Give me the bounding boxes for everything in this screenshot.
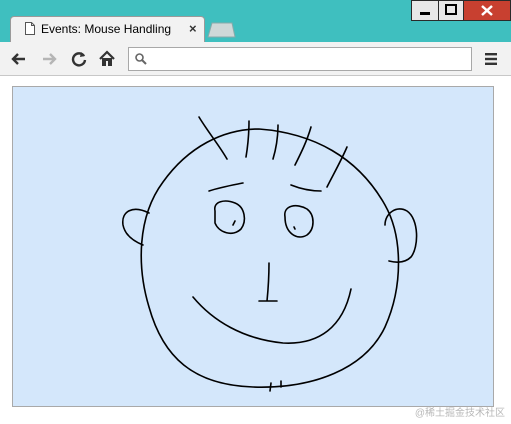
- maximize-button[interactable]: [438, 0, 464, 21]
- home-icon[interactable]: [98, 50, 116, 68]
- watermark: @稀土掘金技术社区: [414, 408, 505, 419]
- left-pupil: [232, 220, 236, 226]
- hair-strand: [294, 126, 312, 166]
- document-icon: [25, 22, 35, 35]
- tab-events-mouse-handling[interactable]: Events: Mouse Handling ×: [10, 16, 205, 42]
- left-eye: [214, 200, 246, 235]
- browser-toolbar: [0, 42, 511, 76]
- search-icon: [135, 53, 147, 65]
- tab-close-icon[interactable]: ×: [189, 21, 197, 36]
- head-outline: [140, 128, 400, 388]
- maximize-icon: [445, 4, 457, 15]
- left-eyebrow: [208, 182, 244, 192]
- drawing-canvas[interactable]: [12, 86, 494, 407]
- nose: [258, 262, 278, 302]
- hair-strand: [245, 120, 250, 158]
- arrow-left-icon[interactable]: [10, 50, 28, 68]
- page-content: @稀土掘金技术社区: [0, 76, 511, 424]
- tab-title: Events: Mouse Handling: [41, 22, 172, 36]
- neck-mark: [269, 382, 272, 392]
- hamburger-menu-icon[interactable]: [482, 50, 500, 68]
- left-ear: [122, 208, 150, 246]
- right-eye: [284, 204, 314, 238]
- right-eyebrow: [290, 184, 322, 192]
- title-bar: Events: Mouse Handling ×: [0, 0, 511, 42]
- browser-window: Events: Mouse Handling × @稀土掘金技术社区: [0, 0, 511, 424]
- smiley-face-drawing: [122, 116, 418, 392]
- reload-icon[interactable]: [70, 50, 88, 68]
- mouth: [192, 288, 352, 344]
- hair-strand: [198, 116, 228, 160]
- new-tab-button[interactable]: [206, 22, 236, 38]
- minimize-button[interactable]: [411, 0, 439, 21]
- close-icon: [481, 5, 493, 16]
- window-close-button[interactable]: [463, 0, 511, 21]
- right-ear: [384, 208, 418, 263]
- minimize-icon: [420, 12, 430, 15]
- arrow-right-icon[interactable]: [40, 50, 58, 68]
- right-pupil: [293, 226, 296, 230]
- address-bar[interactable]: [128, 47, 472, 71]
